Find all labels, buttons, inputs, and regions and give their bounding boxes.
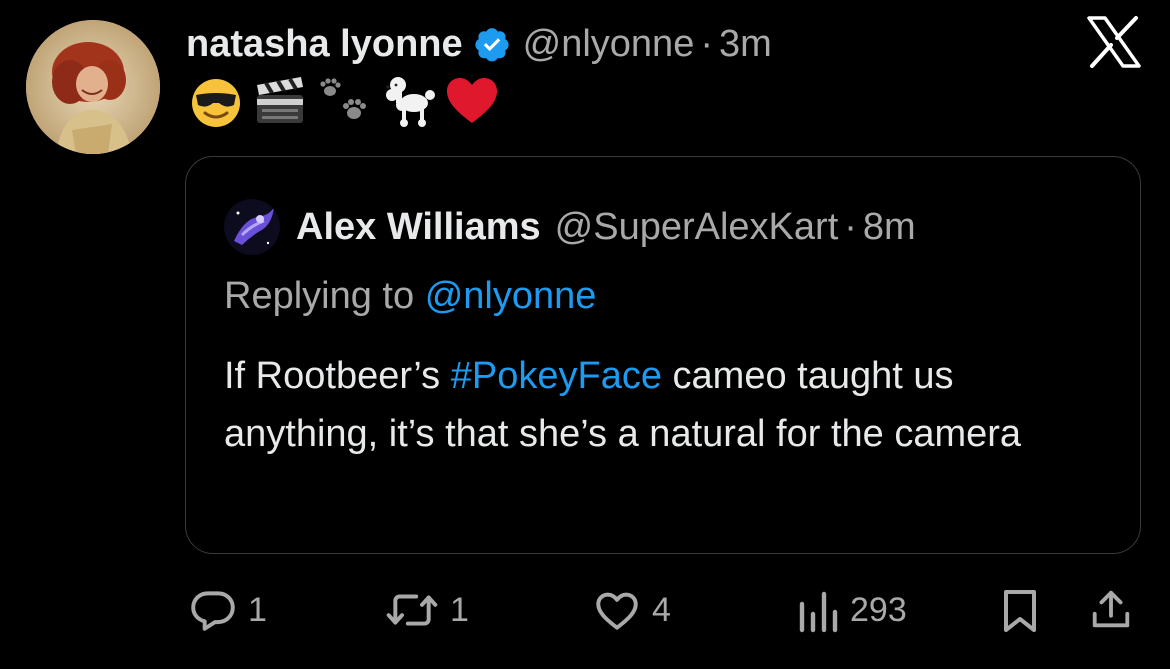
bookmark-icon xyxy=(998,585,1042,635)
reply-button[interactable]: 1 xyxy=(188,580,267,640)
paw-prints-icon xyxy=(316,73,372,129)
repost-button[interactable]: 1 xyxy=(384,580,469,640)
tweet-action-bar: 1 1 4 293 xyxy=(0,580,1170,640)
quoted-tweet-text: If Rootbeer’s #PokeyFace cameo taught us… xyxy=(224,347,1114,463)
views-count: 293 xyxy=(850,590,907,629)
repost-count: 1 xyxy=(450,590,469,629)
reply-count: 1 xyxy=(248,590,267,629)
quoted-tweet-card[interactable]: Alex Williams @SuperAlexKart · 8m Replyi… xyxy=(185,156,1141,554)
red-heart-icon xyxy=(444,73,500,129)
like-button[interactable]: 4 xyxy=(592,580,671,640)
like-count: 4 xyxy=(652,590,671,629)
replying-to-mention[interactable]: @nlyonne xyxy=(425,275,597,317)
x-logo-icon[interactable] xyxy=(1086,16,1142,68)
replying-to-line: Replying to @nlyonne xyxy=(224,275,596,318)
tweet-header: natasha lyonne @nlyonne · 3m xyxy=(186,16,772,72)
separator-dot: · xyxy=(700,22,713,65)
replying-to-label: Replying to xyxy=(224,275,415,317)
quoted-tweet-header: Alex Williams @SuperAlexKart · 8m xyxy=(224,199,916,255)
verified-badge-icon xyxy=(473,25,511,63)
quoted-timestamp[interactable]: 8m xyxy=(863,206,916,249)
poodle-icon xyxy=(380,73,436,129)
timestamp[interactable]: 3m xyxy=(719,23,772,66)
tweet-text xyxy=(188,72,500,130)
separator-dot: · xyxy=(844,205,857,248)
bookmark-button[interactable] xyxy=(998,580,1042,640)
quoted-author-name[interactable]: Alex Williams xyxy=(296,206,541,249)
quoted-author-avatar[interactable] xyxy=(224,199,280,255)
clapper-board-icon xyxy=(252,73,308,129)
hashtag-link[interactable]: #PokeyFace xyxy=(451,355,662,397)
views-icon xyxy=(796,585,840,635)
quoted-text-before: If Rootbeer’s xyxy=(224,355,451,397)
reply-icon xyxy=(188,585,238,635)
repost-icon xyxy=(384,585,440,635)
author-avatar[interactable] xyxy=(26,20,160,154)
share-button[interactable] xyxy=(1088,580,1134,640)
author-name[interactable]: natasha lyonne xyxy=(186,23,463,66)
heart-icon xyxy=(592,585,642,635)
quoted-author-handle[interactable]: @SuperAlexKart xyxy=(555,206,839,249)
smiling-face-with-sunglasses-icon xyxy=(188,73,244,129)
views-button[interactable]: 293 xyxy=(796,580,907,640)
share-icon xyxy=(1088,585,1134,635)
author-handle[interactable]: @nlyonne xyxy=(523,23,695,66)
